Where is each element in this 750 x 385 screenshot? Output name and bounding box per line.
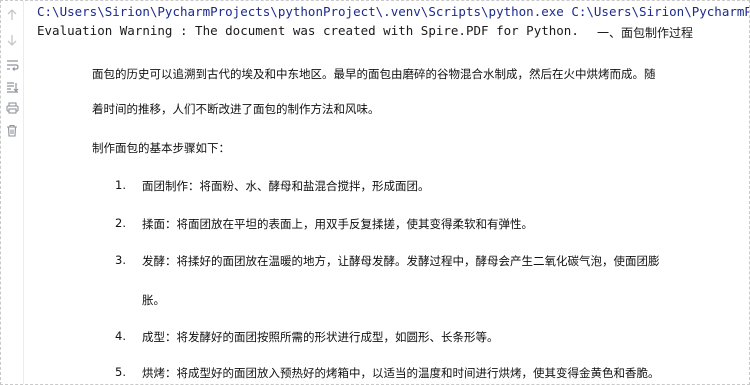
- steps-heading: 制作面包的基本步骤如下：: [92, 141, 230, 155]
- step-text: 成型：将发酵好的面团按照所需的形状进行成型，如圆形、长条形等。: [142, 330, 499, 344]
- step-text: 揉面：将面团放在平坦的表面上，用双手反复揉搓，使其变得柔软和有弹性。: [142, 217, 533, 231]
- step-text: 烘烤：将成型好的面团放入预热好的烤箱中，以适当的温度和时间进行烘烤，使其变得金黄…: [142, 366, 660, 380]
- step-number: 5.: [115, 365, 126, 379]
- step-number: 2.: [115, 216, 126, 230]
- scroll-to-end-icon[interactable]: [5, 80, 19, 94]
- intro-paragraph-line-2: 着时间的推移，人们不断改进了面包的制作方法和风味。: [92, 102, 380, 116]
- console-output: C:\Users\Sirion\PycharmProjects\pythonPr…: [37, 1, 749, 384]
- soft-wrap-icon[interactable]: [5, 58, 19, 72]
- intro-paragraph-line-1: 面包的历史可以追溯到古代的埃及和中东地区。最早的面包由磨碎的谷物混合水制成，然后…: [92, 67, 656, 81]
- step-number: 3.: [115, 253, 126, 267]
- command-line-text: C:\Users\Sirion\PycharmProjects\pythonPr…: [37, 4, 750, 19]
- step-text: 发酵：将揉好的面团放在温暖的地方，让酵母发酵。发酵过程中，酵母会产生二氧化碳气泡…: [142, 254, 660, 268]
- step-text-continuation: 胀。: [142, 293, 165, 307]
- console-toolbar: [1, 1, 24, 384]
- section-title: 一、面包制作过程: [597, 26, 694, 40]
- arrow-down-icon[interactable]: [5, 33, 19, 47]
- print-icon[interactable]: [5, 101, 19, 115]
- evaluation-warning-text: Evaluation Warning : The document was cr…: [37, 23, 579, 38]
- run-console-window: C:\Users\Sirion\PycharmProjects\pythonPr…: [0, 0, 750, 385]
- arrow-up-icon[interactable]: [5, 8, 19, 22]
- step-text: 面团制作：将面粉、水、酵母和盐混合搅拌，形成面团。: [142, 179, 430, 193]
- trash-icon[interactable]: [5, 123, 19, 137]
- step-number: 4.: [115, 329, 126, 343]
- step-number: 1.: [115, 178, 126, 192]
